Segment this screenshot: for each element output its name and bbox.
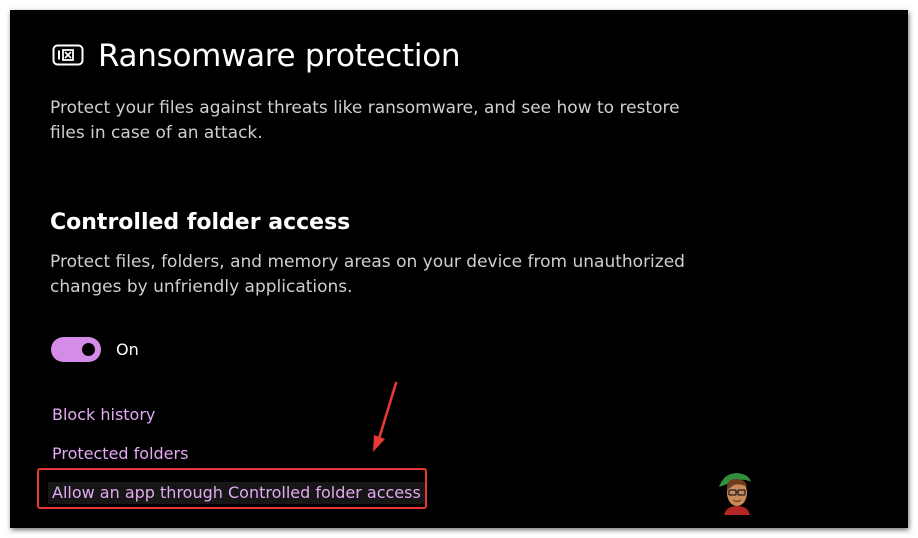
watermark-logo: [719, 473, 751, 515]
protected-folders-link[interactable]: Protected folders: [52, 444, 188, 463]
toggle-state-label: On: [116, 340, 139, 359]
page-description: Protect your files against threats like …: [50, 98, 680, 143]
settings-panel: Ransomware protection Protect your files…: [10, 10, 908, 528]
section-description: Protect files, folders, and memory areas…: [50, 252, 685, 297]
section-title: Controlled folder access: [50, 210, 351, 235]
controlled-folder-access-toggle[interactable]: [51, 337, 101, 362]
block-history-link[interactable]: Block history: [52, 405, 155, 424]
ransomware-shield-icon: [52, 44, 84, 66]
toggle-knob: [82, 343, 95, 356]
allow-app-link[interactable]: Allow an app through Controlled folder a…: [48, 482, 425, 504]
page-title: Ransomware protection: [98, 38, 461, 74]
red-arrow-icon: [373, 381, 398, 452]
